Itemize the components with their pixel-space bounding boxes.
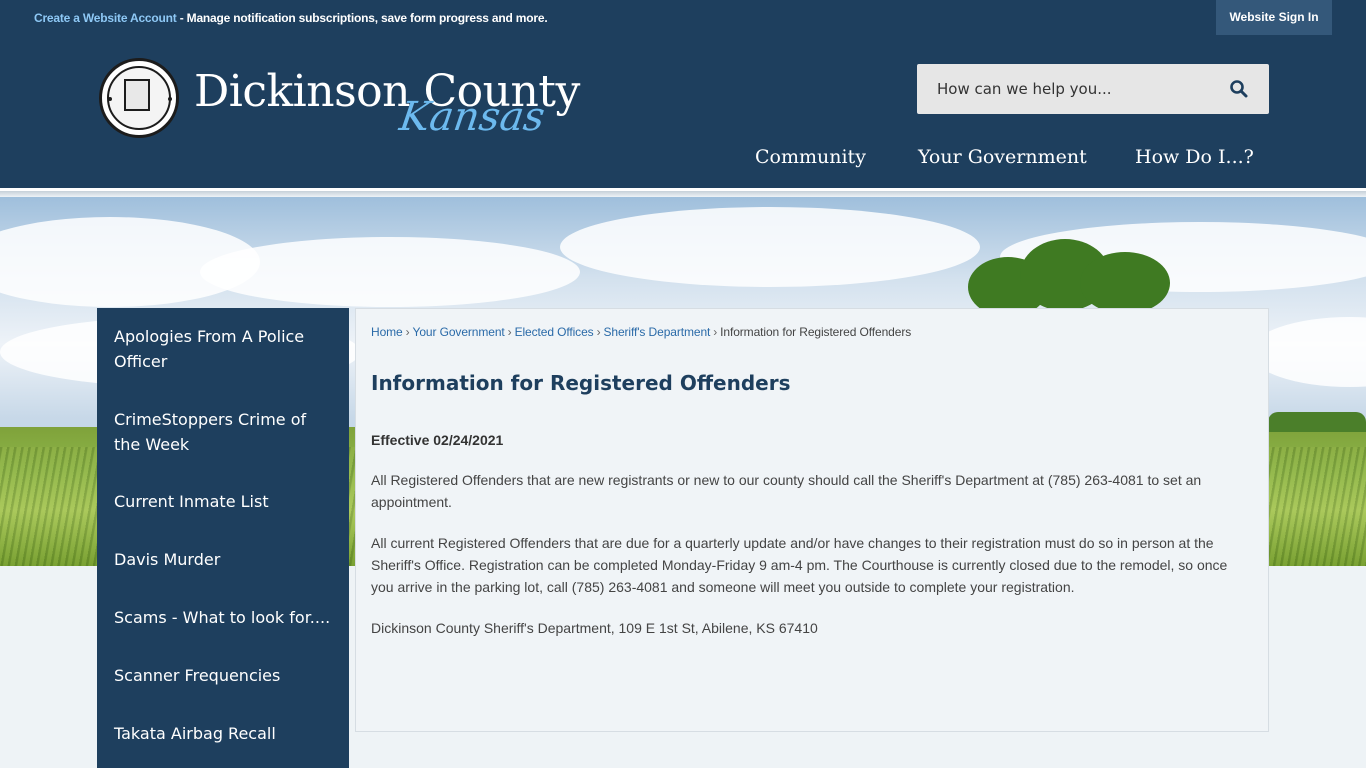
- cloud-shape: [560, 207, 980, 287]
- sidebar-item-apologies[interactable]: Apologies From A Police Officer: [114, 324, 334, 374]
- paragraph-current-registrants: All current Registered Offenders that ar…: [371, 535, 1228, 595]
- website-sign-in-button[interactable]: Website Sign In: [1216, 0, 1332, 35]
- seal-dot: [168, 97, 172, 101]
- utility-bar: Create a Website Account - Manage notifi…: [0, 0, 1366, 36]
- paragraph-new-registrants: All Registered Offenders that are new re…: [371, 472, 1202, 510]
- breadcrumb-your-government[interactable]: Your Government: [413, 325, 505, 339]
- search-icon[interactable]: [1229, 79, 1249, 99]
- sidebar-menu: Apologies From A Police Officer CrimeSto…: [97, 308, 349, 768]
- breadcrumb-sheriffs-department[interactable]: Sheriff's Department: [603, 325, 710, 339]
- sidebar-item-scams[interactable]: Scams - What to look for....: [114, 605, 334, 630]
- breadcrumb-elected-offices[interactable]: Elected Offices: [515, 325, 594, 339]
- seal-dot: [108, 97, 112, 101]
- seal-state-shape: [124, 79, 150, 111]
- search-input[interactable]: [917, 64, 1217, 114]
- sidebar-item-scanner-frequencies[interactable]: Scanner Frequencies: [114, 663, 334, 688]
- sidebar-item-davis-murder[interactable]: Davis Murder: [114, 547, 334, 572]
- nav-your-government[interactable]: Your Government: [918, 146, 1087, 168]
- cloud-shape: [200, 237, 580, 307]
- search-box: [917, 64, 1269, 114]
- county-seal-icon[interactable]: [99, 58, 179, 138]
- tree-line: [1268, 412, 1366, 432]
- sidebar-item-takata-recall[interactable]: Takata Airbag Recall: [114, 721, 334, 746]
- account-message: Create a Website Account - Manage notifi…: [34, 11, 548, 25]
- page-title: Information for Registered Offenders: [371, 371, 791, 395]
- main-content: Home › Your Government › Elected Offices › She…: [355, 308, 1269, 732]
- create-account-link[interactable]: Create a Website Account: [34, 11, 177, 25]
- nav-community[interactable]: Community: [755, 146, 866, 168]
- effective-date-text: Effective 02/24/2021: [371, 432, 504, 448]
- effective-date: Effective 02/24/2021: [371, 429, 1251, 451]
- breadcrumb-home[interactable]: Home: [371, 325, 403, 339]
- tree-canopy: [1080, 252, 1170, 314]
- sidebar-item-inmate-list[interactable]: Current Inmate List: [114, 489, 334, 514]
- breadcrumb-separator: ›: [507, 325, 512, 339]
- logo-state-name: Kansas: [396, 94, 548, 140]
- breadcrumb-separator: ›: [596, 325, 601, 339]
- sheriff-address: Dickinson County Sheriff's Department, 1…: [371, 620, 818, 636]
- nav-how-do-i[interactable]: How Do I...?: [1135, 146, 1254, 168]
- breadcrumb-separator: ›: [405, 325, 410, 339]
- account-message-text: - Manage notification subscriptions, sav…: [176, 11, 548, 25]
- breadcrumb: Home › Your Government › Elected Offices › She…: [371, 325, 911, 339]
- breadcrumb-current: Information for Registered Offenders: [720, 325, 912, 339]
- breadcrumb-separator: ›: [713, 325, 718, 339]
- sidebar-item-crimestoppers[interactable]: CrimeStoppers Crime of the Week: [114, 407, 334, 457]
